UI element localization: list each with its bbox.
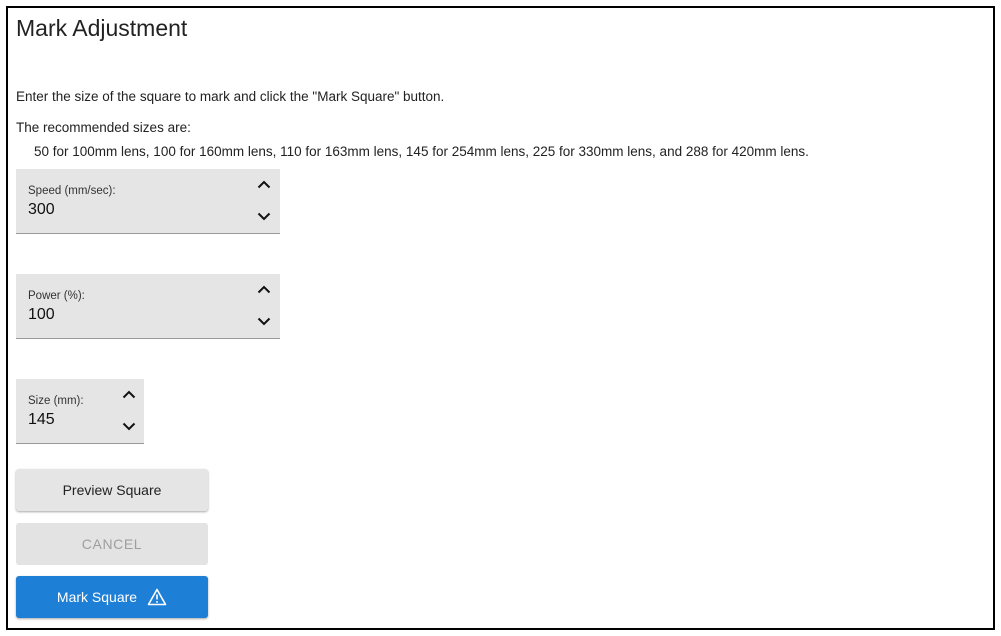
power-label: Power (%): — [28, 290, 85, 302]
speed-value[interactable]: 300 — [28, 201, 55, 219]
instructions-text: Enter the size of the square to mark and… — [16, 89, 445, 104]
chevron-up-icon[interactable] — [255, 177, 273, 191]
preview-square-label: Preview Square — [62, 482, 162, 498]
preview-square-button[interactable]: Preview Square — [16, 469, 208, 511]
size-label: Size (mm): — [28, 395, 84, 407]
cancel-label: CANCEL — [81, 536, 143, 552]
cancel-button[interactable]: CANCEL — [16, 523, 208, 565]
size-value[interactable]: 145 — [28, 411, 55, 429]
recommended-sizes-text: 50 for 100mm lens, 100 for 160mm lens, 1… — [34, 144, 809, 159]
size-stepper[interactable]: Size (mm): 145 — [16, 379, 144, 444]
chevron-up-icon[interactable] — [120, 387, 138, 401]
recommended-label: The recommended sizes are: — [16, 120, 191, 135]
page-title: Mark Adjustment — [16, 15, 188, 41]
chevron-down-icon[interactable] — [255, 314, 273, 328]
chevron-down-icon[interactable] — [255, 209, 273, 223]
warning-icon — [147, 588, 167, 606]
chevron-up-icon[interactable] — [255, 282, 273, 296]
mark-square-label: Mark Square — [56, 589, 138, 605]
chevron-down-icon[interactable] — [120, 419, 138, 433]
mark-square-button[interactable]: Mark Square — [16, 576, 208, 618]
power-stepper[interactable]: Power (%): 100 — [16, 274, 280, 339]
speed-stepper[interactable]: Speed (mm/sec): 300 — [16, 169, 280, 234]
speed-label: Speed (mm/sec): — [28, 185, 116, 197]
power-value[interactable]: 100 — [28, 306, 55, 324]
